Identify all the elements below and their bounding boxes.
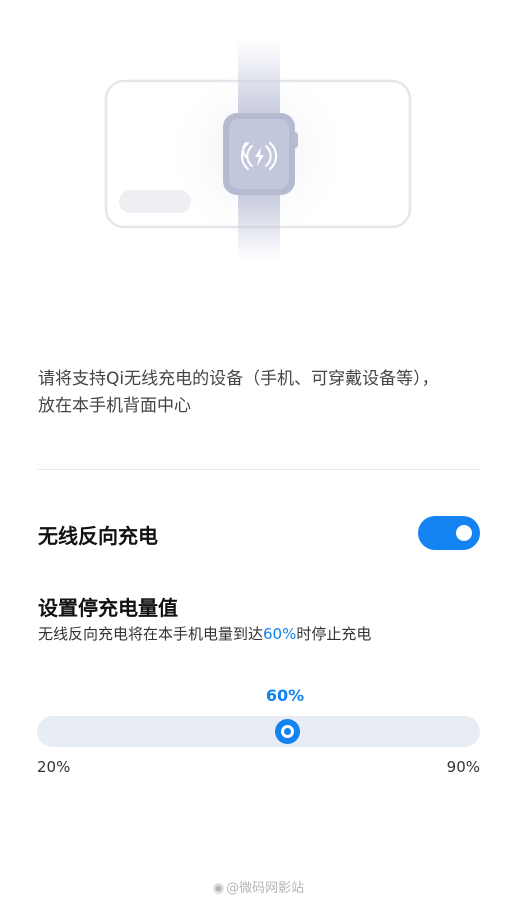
placement-instruction: 请将支持Qi无线充电的设备（手机、可穿戴设备等）， 放在本手机背面中心 bbox=[38, 366, 488, 420]
toggle-knob bbox=[456, 525, 472, 541]
charging-illustration bbox=[0, 0, 517, 300]
threshold-desc-prefix: 无线反向充电将在本手机电量到达 bbox=[38, 625, 264, 643]
reverse-charging-toggle[interactable] bbox=[418, 516, 480, 550]
watermark-text: @微码网影站 bbox=[226, 881, 305, 896]
weibo-icon: ◉ bbox=[212, 881, 225, 896]
phone-watch-illustration bbox=[104, 40, 412, 262]
reverse-charging-row: 无线反向充电 bbox=[38, 515, 480, 551]
threshold-description: 无线反向充电将在本手机电量到达60%时停止充电 bbox=[38, 623, 371, 644]
threshold-desc-suffix: 时停止充电 bbox=[296, 625, 372, 643]
threshold-title: 设置停充电量值 bbox=[38, 596, 178, 620]
slider-thumb[interactable] bbox=[275, 719, 300, 744]
slider-min-label: 20% bbox=[37, 758, 71, 776]
slider-max-label: 90% bbox=[446, 758, 480, 776]
watermark: ◉ @微码网影站 bbox=[0, 877, 517, 896]
threshold-desc-value: 60% bbox=[263, 625, 297, 643]
instruction-line-2: 放在本手机背面中心 bbox=[38, 396, 191, 416]
slider-value-label: 60% bbox=[265, 686, 305, 705]
instruction-line-1: 请将支持Qi无线充电的设备（手机、可穿戴设备等）， bbox=[38, 369, 439, 389]
reverse-charging-label: 无线反向充电 bbox=[38, 524, 158, 548]
threshold-slider[interactable] bbox=[37, 716, 480, 747]
divider bbox=[38, 469, 480, 470]
